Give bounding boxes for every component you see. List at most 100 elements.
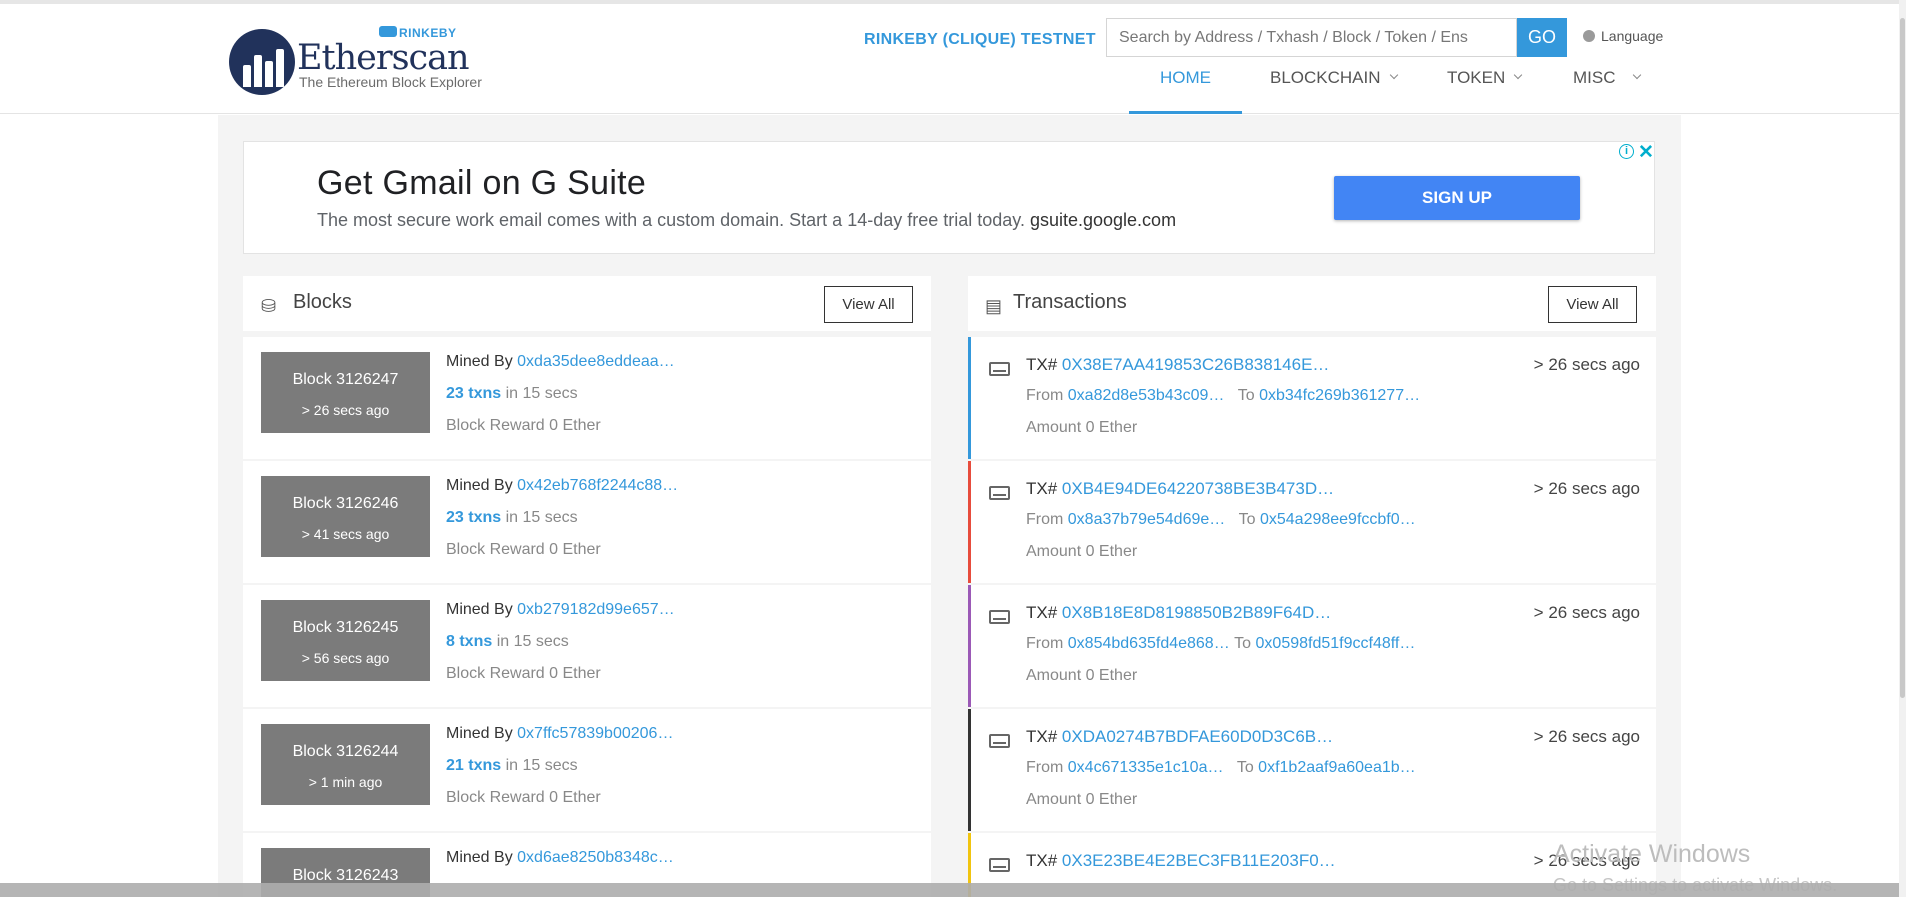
windows-activation-watermark: Activate Windows xyxy=(1553,840,1751,868)
tx-hash-link[interactable]: 0X38E7AA419853C26B838146E… xyxy=(1062,355,1330,374)
txn-time: in 15 secs xyxy=(496,633,569,650)
etherscan-logo-icon xyxy=(229,29,295,95)
language-label: Language xyxy=(1601,28,1664,44)
logo-network-label: RINKEBY xyxy=(399,26,457,40)
ad-description: The most secure work email comes with a … xyxy=(317,210,1176,231)
search-go-button[interactable]: GO xyxy=(1517,18,1567,57)
block-number-box[interactable]: Block 3126247 > 26 secs ago xyxy=(261,352,430,433)
to-address-link[interactable]: 0x0598fd51f9ccf48ff… xyxy=(1256,635,1416,652)
to-address-link[interactable]: 0xb34fc269b361277… xyxy=(1259,387,1420,404)
block-miner-line: Mined By 0x42eb768f2244c88… xyxy=(446,477,678,495)
txn-time: in 15 secs xyxy=(505,385,578,402)
to-label: To xyxy=(1234,635,1252,652)
block-number: Block 3126247 xyxy=(292,371,399,388)
cubes-icon: ⛁ xyxy=(261,296,277,316)
mined-by-label: Mined By xyxy=(446,849,513,866)
ad-close-icon[interactable]: ✕ xyxy=(1638,141,1654,164)
from-address-link[interactable]: 0x8a37b79e54d69e… xyxy=(1068,511,1225,528)
txns-link[interactable]: 21 txns xyxy=(446,757,501,774)
txns-link[interactable]: 23 txns xyxy=(446,385,501,402)
tx-hash-line: TX# 0XB4E94DE64220738BE3B473D… xyxy=(1026,479,1334,499)
to-address-link[interactable]: 0xf1b2aaf9a60ea1b… xyxy=(1258,759,1415,776)
rinkeby-icon xyxy=(379,26,397,37)
to-address-link[interactable]: 0x54a298ee9fccbf0… xyxy=(1260,511,1416,528)
miner-link[interactable]: 0xda35dee8eddeaa… xyxy=(517,353,674,370)
nav-blockchain[interactable]: BLOCKCHAIN xyxy=(1270,62,1398,114)
transactions-view-all-button[interactable]: View All xyxy=(1548,286,1637,323)
block-age: > 1 min ago xyxy=(308,774,383,790)
mined-by-label: Mined By xyxy=(446,353,513,370)
from-address-link[interactable]: 0xa82d8e53b43c09… xyxy=(1068,387,1225,404)
txns-link[interactable]: 8 txns xyxy=(446,633,492,650)
block-number-box[interactable]: Block 3126245 > 56 secs ago xyxy=(261,600,430,681)
ad-banner[interactable]: Get Gmail on G Suite The most secure wor… xyxy=(243,141,1655,254)
nav-token-label: TOKEN xyxy=(1447,68,1506,87)
miner-link[interactable]: 0x7ffc57839b00206… xyxy=(517,725,673,742)
tx-label: TX# xyxy=(1026,727,1058,746)
ad-title: Get Gmail on G Suite xyxy=(317,164,647,202)
etherscan-logo[interactable]: Etherscan The Ethereum Block Explorer RI… xyxy=(229,22,509,102)
tx-hash-line: TX# 0X3E23BE4E2BEC3FB11E203F0… xyxy=(1026,851,1336,871)
miner-link[interactable]: 0xb279182d99e657… xyxy=(517,601,674,618)
list-icon: ▤ xyxy=(985,296,1003,316)
from-label: From xyxy=(1026,635,1064,652)
inbox-icon xyxy=(989,734,1010,748)
miner-link[interactable]: 0xd6ae8250b8348c… xyxy=(517,849,674,866)
chevron-down-icon xyxy=(1389,70,1398,80)
tx-hash-line: TX# 0XDA0274B7BDFAE60D0D3C6B… xyxy=(1026,727,1333,747)
txns-link[interactable]: 23 txns xyxy=(446,509,501,526)
block-age: > 26 secs ago xyxy=(301,402,390,418)
inbox-icon xyxy=(989,486,1010,500)
inbox-icon xyxy=(989,610,1010,624)
block-txns-line: 21 txns in 15 secs xyxy=(446,757,578,775)
tx-from-to-line: From 0xa82d8e53b43c09… To 0xb34fc269b361… xyxy=(1026,387,1420,405)
network-label: RINKEBY (CLIQUE) TESTNET xyxy=(864,31,1096,48)
page-scrollbar[interactable] xyxy=(1899,0,1906,897)
transaction-row: TX# 0X8B18E8D8198850B2B89F64D… From 0x85… xyxy=(968,585,1656,707)
block-age: > 56 secs ago xyxy=(301,650,390,666)
tx-age: > 26 secs ago xyxy=(1533,603,1640,622)
tx-amount: Amount 0 Ether xyxy=(1026,667,1138,684)
tx-from-to-line: From 0x854bd635fd4e868… To 0x0598fd51f9c… xyxy=(1026,635,1415,653)
tx-hash-link[interactable]: 0X3E23BE4E2BEC3FB11E203F0… xyxy=(1062,851,1336,870)
ad-signup-button[interactable]: SIGN UP xyxy=(1334,176,1580,220)
block-number-box[interactable]: Block 3126244 > 1 min ago xyxy=(261,724,430,805)
block-number-box[interactable]: Block 3126246 > 41 secs ago xyxy=(261,476,430,557)
from-address-link[interactable]: 0x854bd635fd4e868… xyxy=(1068,635,1230,652)
ad-domain: gsuite.google.com xyxy=(1029,210,1177,230)
scrollbar-thumb[interactable] xyxy=(1900,18,1905,698)
transaction-row: TX# 0XB4E94DE64220738BE3B473D… From 0x8a… xyxy=(968,461,1656,583)
blocks-panel-header: ⛁ Blocks View All xyxy=(243,276,931,331)
block-miner-line: Mined By 0x7ffc57839b00206… xyxy=(446,725,673,743)
tx-hash-link[interactable]: 0XDA0274B7BDFAE60D0D3C6B… xyxy=(1062,727,1333,746)
block-reward: Block Reward 0 Ether xyxy=(446,541,601,558)
search-box xyxy=(1106,18,1517,57)
block-txns-line: 23 txns in 15 secs xyxy=(446,385,578,403)
tx-age: > 26 secs ago xyxy=(1533,479,1640,498)
chevron-down-icon xyxy=(1514,70,1523,80)
block-number: Block 3126246 xyxy=(292,495,399,512)
mined-by-label: Mined By xyxy=(446,725,513,742)
language-selector[interactable]: Language xyxy=(1583,28,1663,44)
taskbar xyxy=(0,883,1906,897)
tx-label: TX# xyxy=(1026,851,1058,870)
block-row: Block 3126244 > 1 min ago Mined By 0x7ffc… xyxy=(243,709,931,831)
nav-blockchain-label: BLOCKCHAIN xyxy=(1270,68,1381,87)
logo-tagline: The Ethereum Block Explorer xyxy=(299,74,482,90)
tx-hash-link[interactable]: 0X8B18E8D8198850B2B89F64D… xyxy=(1062,603,1331,622)
nav-home[interactable]: HOME xyxy=(1129,62,1242,114)
tx-hash-link[interactable]: 0XB4E94DE64220738BE3B473D… xyxy=(1062,479,1334,498)
nav-token[interactable]: TOKEN xyxy=(1447,62,1523,114)
tx-age: > 26 secs ago xyxy=(1533,727,1640,746)
ad-info-icon[interactable]: i xyxy=(1619,144,1634,159)
nav-misc[interactable]: MISC xyxy=(1573,62,1641,114)
blocks-view-all-button[interactable]: View All xyxy=(824,286,913,323)
miner-link[interactable]: 0x42eb768f2244c88… xyxy=(517,477,678,494)
tx-from-to-line: From 0x8a37b79e54d69e… To 0x54a298ee9fcc… xyxy=(1026,511,1416,529)
search-input[interactable] xyxy=(1107,19,1517,56)
logo-network-badge: RINKEBY xyxy=(379,26,457,40)
tx-hash-line: TX# 0X8B18E8D8198850B2B89F64D… xyxy=(1026,603,1331,623)
block-number: Block 3126245 xyxy=(292,619,399,636)
from-address-link[interactable]: 0x4c671335e1c10a… xyxy=(1068,759,1224,776)
tx-amount: Amount 0 Ether xyxy=(1026,791,1138,808)
